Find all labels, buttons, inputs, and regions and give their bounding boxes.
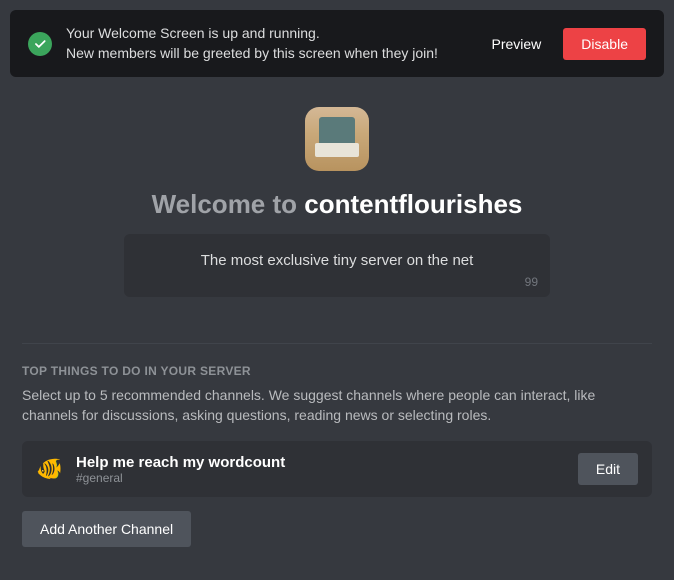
banner-line-2: New members will be greeted by this scre… bbox=[66, 44, 466, 64]
add-another-channel-button[interactable]: Add Another Channel bbox=[22, 511, 191, 547]
banner-message: Your Welcome Screen is up and running. N… bbox=[66, 24, 466, 63]
status-banner: Your Welcome Screen is up and running. N… bbox=[10, 10, 664, 77]
edit-button[interactable]: Edit bbox=[578, 453, 638, 485]
check-icon bbox=[28, 32, 52, 56]
divider bbox=[22, 343, 652, 344]
description-input[interactable]: The most exclusive tiny server on the ne… bbox=[124, 234, 550, 297]
description-text: The most exclusive tiny server on the ne… bbox=[201, 252, 474, 269]
channel-card: 🐠 Help me reach my wordcount #general Ed… bbox=[22, 441, 652, 497]
welcome-prefix: Welcome to bbox=[152, 189, 305, 219]
char-count: 99 bbox=[525, 275, 538, 289]
channel-name: #general bbox=[76, 471, 564, 485]
section-description: Select up to 5 recommended channels. We … bbox=[4, 386, 670, 441]
server-icon bbox=[305, 107, 369, 171]
banner-line-1: Your Welcome Screen is up and running. bbox=[66, 24, 466, 44]
fish-icon: 🐠 bbox=[36, 456, 62, 482]
channel-title: Help me reach my wordcount bbox=[76, 454, 564, 471]
section-heading: TOP THINGS TO DO IN YOUR SERVER bbox=[4, 364, 670, 386]
welcome-title: Welcome to contentflourishes bbox=[24, 189, 650, 220]
disable-button[interactable]: Disable bbox=[563, 28, 646, 60]
preview-button[interactable]: Preview bbox=[480, 28, 554, 60]
server-name: contentflourishes bbox=[304, 189, 522, 219]
